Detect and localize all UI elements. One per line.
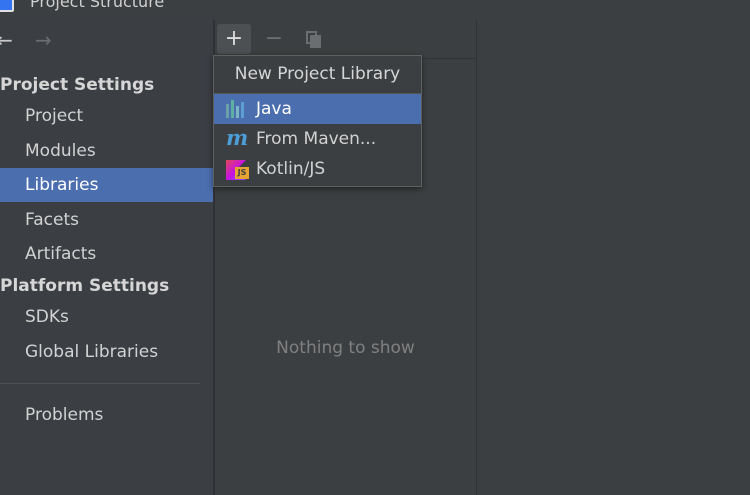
popup-item-maven[interactable]: m From Maven... [214, 124, 421, 154]
back-arrow-icon[interactable]: ← [0, 28, 13, 52]
new-library-popup: New Project Library Java m From Maven...… [213, 55, 422, 187]
sidebar-item-artifacts[interactable]: Artifacts [0, 237, 213, 271]
sidebar-item-facets[interactable]: Facets [0, 203, 213, 237]
popup-item-kotlin-js[interactable]: JS Kotlin/JS [214, 154, 421, 184]
sidebar-divider [0, 383, 200, 384]
popup-item-label: Kotlin/JS [256, 159, 326, 179]
app-icon [0, 0, 14, 12]
add-icon[interactable]: + [217, 24, 251, 54]
kotlin-js-icon: JS [235, 167, 249, 179]
remove-icon[interactable]: − [257, 24, 291, 54]
title-bar: Project Structure [0, 0, 750, 20]
popup-item-java[interactable]: Java [214, 94, 421, 124]
sidebar: ← → Project Settings Project Modules Lib… [0, 20, 213, 495]
window-title: Project Structure [30, 0, 165, 11]
sidebar-item-project[interactable]: Project [0, 99, 213, 133]
copy-icon[interactable] [297, 24, 331, 54]
java-library-icon [226, 100, 246, 118]
sidebar-item-modules[interactable]: Modules [0, 134, 213, 168]
empty-state-text: Nothing to show [276, 338, 415, 358]
sidebar-item-problems[interactable]: Problems [0, 398, 213, 432]
forward-arrow-icon[interactable]: → [35, 28, 52, 52]
sidebar-item-libraries[interactable]: Libraries [0, 168, 213, 202]
popup-item-label: From Maven... [256, 129, 377, 149]
sidebar-item-sdks[interactable]: SDKs [0, 300, 213, 334]
details-panel [477, 20, 750, 495]
project-settings-header: Project Settings [0, 75, 155, 95]
maven-icon: m [226, 125, 249, 150]
popup-title: New Project Library [214, 56, 421, 94]
popup-item-label: Java [256, 99, 292, 119]
sidebar-item-global-libraries[interactable]: Global Libraries [0, 335, 213, 369]
nav-bar: ← → [0, 20, 213, 60]
platform-settings-header: Platform Settings [0, 276, 170, 296]
list-toolbar: + − [215, 20, 476, 59]
